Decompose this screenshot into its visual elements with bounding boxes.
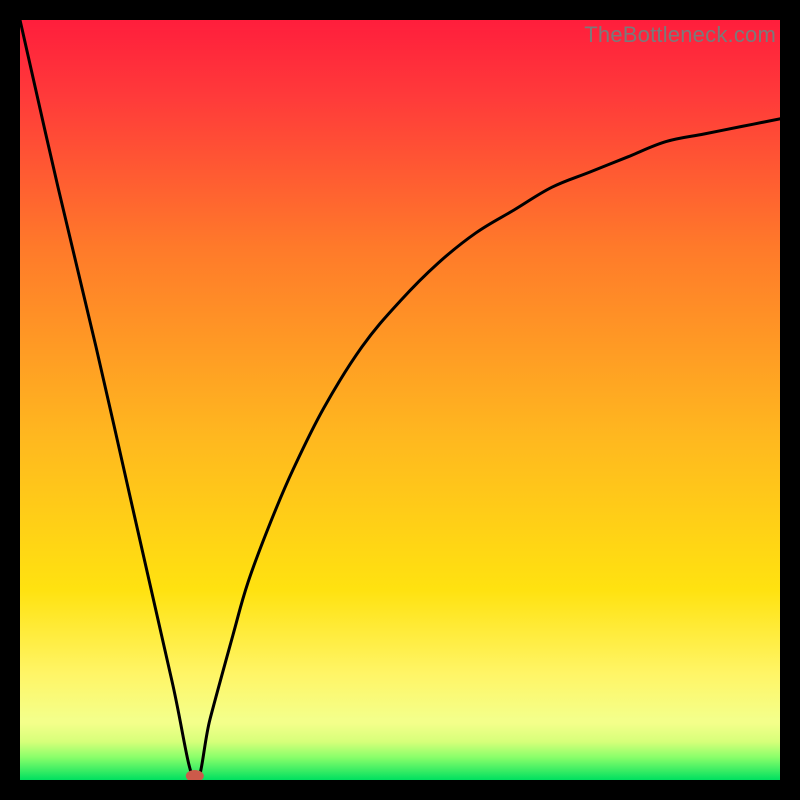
plot-area: [20, 20, 780, 780]
watermark-text: TheBottleneck.com: [584, 22, 776, 48]
gradient-background: [20, 20, 780, 780]
chart-frame: TheBottleneck.com: [20, 20, 780, 780]
